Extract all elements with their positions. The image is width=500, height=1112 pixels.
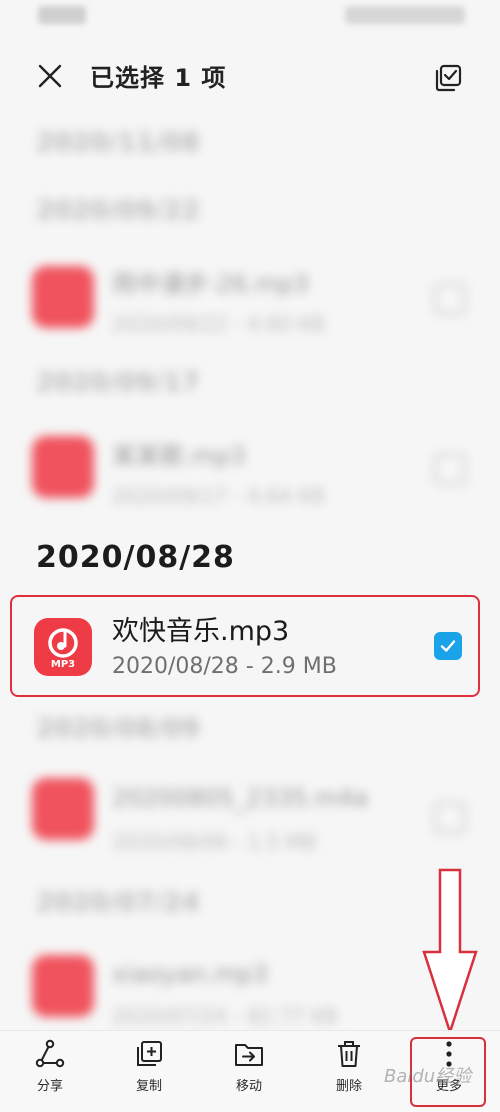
- move-label: 移动: [235, 1079, 262, 1094]
- file-icon: [32, 266, 94, 328]
- checkmark-icon: [440, 640, 456, 652]
- file-name: xiaoyan.mp3: [112, 960, 268, 988]
- move-icon: [235, 1044, 263, 1066]
- file-icon: [32, 778, 94, 840]
- status-bar-right: [345, 6, 465, 24]
- file-type-label: MP3: [50, 659, 76, 670]
- file-meta: 2020/08/09 - 1.5 MB: [112, 830, 317, 854]
- file-name: 某某歌.mp3: [112, 442, 246, 470]
- copy-icon: [137, 1041, 162, 1066]
- file-checkbox-checked[interactable]: [434, 632, 462, 660]
- file-checkbox[interactable]: [434, 453, 466, 485]
- date-header: 2020/08/28: [36, 540, 235, 575]
- status-bar-left: [38, 6, 86, 24]
- file-name: 20200805_2335.m4a: [112, 784, 369, 812]
- close-button[interactable]: [30, 56, 70, 96]
- date-header: 2020/09/22: [36, 196, 200, 226]
- file-meta: 2020/09/17 - 4.64 KB: [112, 484, 325, 508]
- file-meta: 2020/08/28 - 2.9 MB: [112, 654, 337, 679]
- annotation-arrow: [422, 868, 478, 1036]
- copy-label: 复制: [135, 1079, 162, 1094]
- delete-label: 删除: [335, 1079, 362, 1094]
- date-header: 2020/11/08: [36, 128, 200, 158]
- file-name: 雨中漫步-26.mp3: [112, 270, 309, 298]
- page-title: 已选择 1 项: [90, 64, 227, 92]
- file-meta: 2020/07/24 - 82.77 KB: [112, 1004, 338, 1028]
- delete-icon: [338, 1041, 360, 1067]
- file-icon: [32, 955, 94, 1017]
- file-icon: [32, 436, 94, 498]
- music-file-icon: MP3: [34, 618, 92, 676]
- delete-button[interactable]: 删除: [314, 1039, 384, 1105]
- date-header: 2020/09/17: [36, 368, 200, 398]
- file-meta: 2020/09/22 - 4.60 KB: [112, 312, 325, 336]
- selected-file-row[interactable]: MP3 欢快音乐.mp3 2020/08/28 - 2.9 MB: [10, 595, 480, 697]
- file-name: 欢快音乐.mp3: [112, 616, 290, 647]
- close-icon: [38, 64, 62, 88]
- file-checkbox[interactable]: [434, 283, 466, 315]
- copy-button[interactable]: 复制: [114, 1039, 184, 1105]
- move-button[interactable]: 移动: [214, 1039, 284, 1105]
- date-header: 2020/08/09: [36, 714, 200, 744]
- share-button[interactable]: 分享: [15, 1039, 85, 1105]
- share-label: 分享: [36, 1079, 63, 1094]
- file-checkbox[interactable]: [434, 802, 466, 834]
- select-all-icon: [435, 64, 462, 92]
- share-icon: [35, 1039, 65, 1068]
- date-header: 2020/07/24: [36, 888, 200, 918]
- select-all-button[interactable]: [428, 58, 468, 98]
- watermark: Baidu经验: [384, 1066, 472, 1087]
